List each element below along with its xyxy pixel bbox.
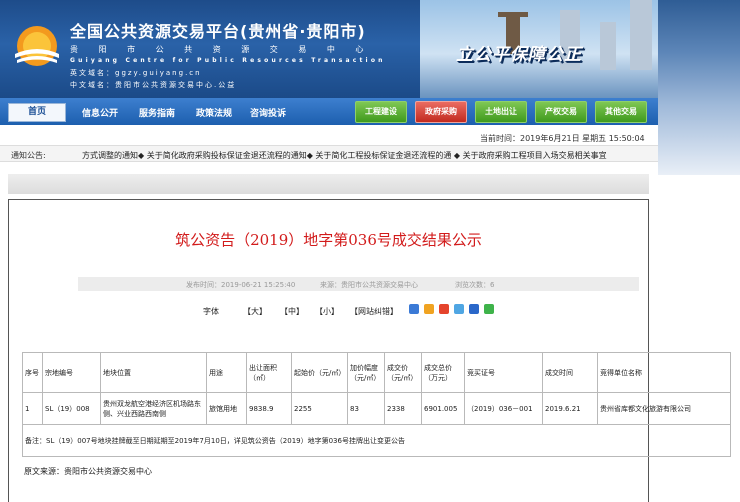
table-cell: 贵州省库都文化旅游有限公司 xyxy=(597,392,731,425)
nav-service-guide[interactable]: 服务指南 xyxy=(139,106,175,119)
notice-label: 通知公告: xyxy=(11,151,46,160)
table-header-cell: 序号 xyxy=(22,352,43,393)
table-cell: 1 xyxy=(22,392,43,425)
table-header-cell: 成交总价（万元） xyxy=(421,352,465,393)
table-header-cell: 加价幅度（元/㎡） xyxy=(347,352,385,393)
nav-info-disclosure[interactable]: 信息公开 xyxy=(82,106,118,119)
english-domain: 英文域名：ggzy.guiyang.cn xyxy=(70,69,202,77)
current-datetime: 当前时间：2019年6月21日 星期五 15:50:04 xyxy=(480,134,645,143)
report-error-link[interactable]: 【网站纠错】 xyxy=(350,306,398,317)
font-medium-link[interactable]: 【中】 xyxy=(280,306,304,317)
table-cell: 2255 xyxy=(291,392,348,425)
table-cell: 旅馆用地 xyxy=(206,392,247,425)
table-header-cell: 起始价（元/㎡） xyxy=(291,352,348,393)
skyline-building xyxy=(630,0,652,70)
publish-time: 发布时间：2019-06-21 15:25:40 xyxy=(186,281,296,289)
original-source: 原文来源：贵阳市公共资源交易中心 xyxy=(24,467,152,476)
view-count: 浏览次数：6 xyxy=(455,281,495,289)
share-weibo-icon[interactable] xyxy=(439,304,449,314)
table-cell: SL（19）008 xyxy=(42,392,101,425)
nav-government-procurement-button[interactable]: 政府采购 xyxy=(415,101,467,123)
skyline-building xyxy=(600,22,616,70)
nav-home[interactable]: 首页 xyxy=(8,103,66,122)
table-header-cell: 出让面积（㎡） xyxy=(246,352,292,393)
table-header-cell: 竞得单位名称 xyxy=(597,352,731,393)
share-tencent-weibo-icon[interactable] xyxy=(454,304,464,314)
share-wechat-icon[interactable] xyxy=(484,304,494,314)
table-header-cell: 地块位置 xyxy=(100,352,207,393)
table-header-cell: 成交价（元/㎡） xyxy=(384,352,422,393)
site-slogan: 立公平保障公正 xyxy=(456,45,582,65)
table-cell: 2019.6.21 xyxy=(542,392,598,425)
transaction-result-table: 序号 宗地编号 地块位置 用途 出让面积（㎡） 起始价（元/㎡） 加价幅度（元/… xyxy=(22,352,731,457)
notice-marquee[interactable]: 方式调整的通知◆ 关于简化政府采购投标保证金退还流程的通知◆ 关于简化工程投标保… xyxy=(82,150,657,161)
share-renren-icon[interactable] xyxy=(469,304,479,314)
table-cell: （2019）036－001 xyxy=(464,392,543,425)
article-title: 筑公资告（2019）地字第036号成交结果公示 xyxy=(175,231,482,249)
table-cell: 9838.9 xyxy=(246,392,292,425)
site-english-name: Guiyang Centre for Public Resources Tran… xyxy=(70,57,386,64)
font-size-label: 字体 xyxy=(203,307,219,316)
share-plus-icon[interactable] xyxy=(409,304,419,314)
table-cell: 83 xyxy=(347,392,385,425)
site-title: 全国公共资源交易平台(贵州省·贵阳市) xyxy=(70,22,366,41)
nav-policies[interactable]: 政策法规 xyxy=(196,106,232,119)
nav-land-transfer-button[interactable]: 土地出让 xyxy=(475,101,527,123)
table-header-cell: 用途 xyxy=(206,352,247,393)
table-cell: 2338 xyxy=(384,392,422,425)
breadcrumb-bar xyxy=(8,174,649,194)
table-header-cell: 成交时间 xyxy=(542,352,598,393)
table-note-row: 备注：SL（19）007号地块挂牌截至日期延期至2019年7月10日，详见筑公资… xyxy=(22,424,731,457)
nav-engineering-button[interactable]: 工程建设 xyxy=(355,101,407,123)
chinese-domain: 中文域名：贵阳市公共资源交易中心.公益 xyxy=(70,81,237,89)
site-subtitle: 贵 阳 市 公 共 资 源 交 易 中 心 xyxy=(70,45,373,54)
font-large-link[interactable]: 【大】 xyxy=(243,306,267,317)
page-background-gradient xyxy=(658,0,740,175)
nav-other-trade-button[interactable]: 其他交易 xyxy=(595,101,647,123)
nav-property-trade-button[interactable]: 产权交易 xyxy=(535,101,587,123)
table-header-cell: 宗地编号 xyxy=(42,352,101,393)
sunrise-logo-icon xyxy=(15,26,59,66)
table-header-cell: 竞买证号 xyxy=(464,352,543,393)
table-header-row: 序号 宗地编号 地块位置 用途 出让面积（㎡） 起始价（元/㎡） 加价幅度（元/… xyxy=(22,352,731,393)
article-source: 来源：贵阳市公共资源交易中心 xyxy=(320,281,418,289)
table-row: 1 SL（19）008 贵州双龙航空港经济区机场路东侧、兴业西路西南侧 旅馆用地… xyxy=(22,392,731,425)
font-small-link[interactable]: 【小】 xyxy=(315,306,339,317)
table-cell: 贵州双龙航空港经济区机场路东侧、兴业西路西南侧 xyxy=(100,392,207,425)
pavilion-roof xyxy=(498,12,528,17)
share-qzone-icon[interactable] xyxy=(424,304,434,314)
nav-consult-complaint[interactable]: 咨询投诉 xyxy=(250,106,286,119)
table-cell: 6901.005 xyxy=(421,392,465,425)
table-note: 备注：SL（19）007号地块挂牌截至日期延期至2019年7月10日，详见筑公资… xyxy=(22,424,731,457)
